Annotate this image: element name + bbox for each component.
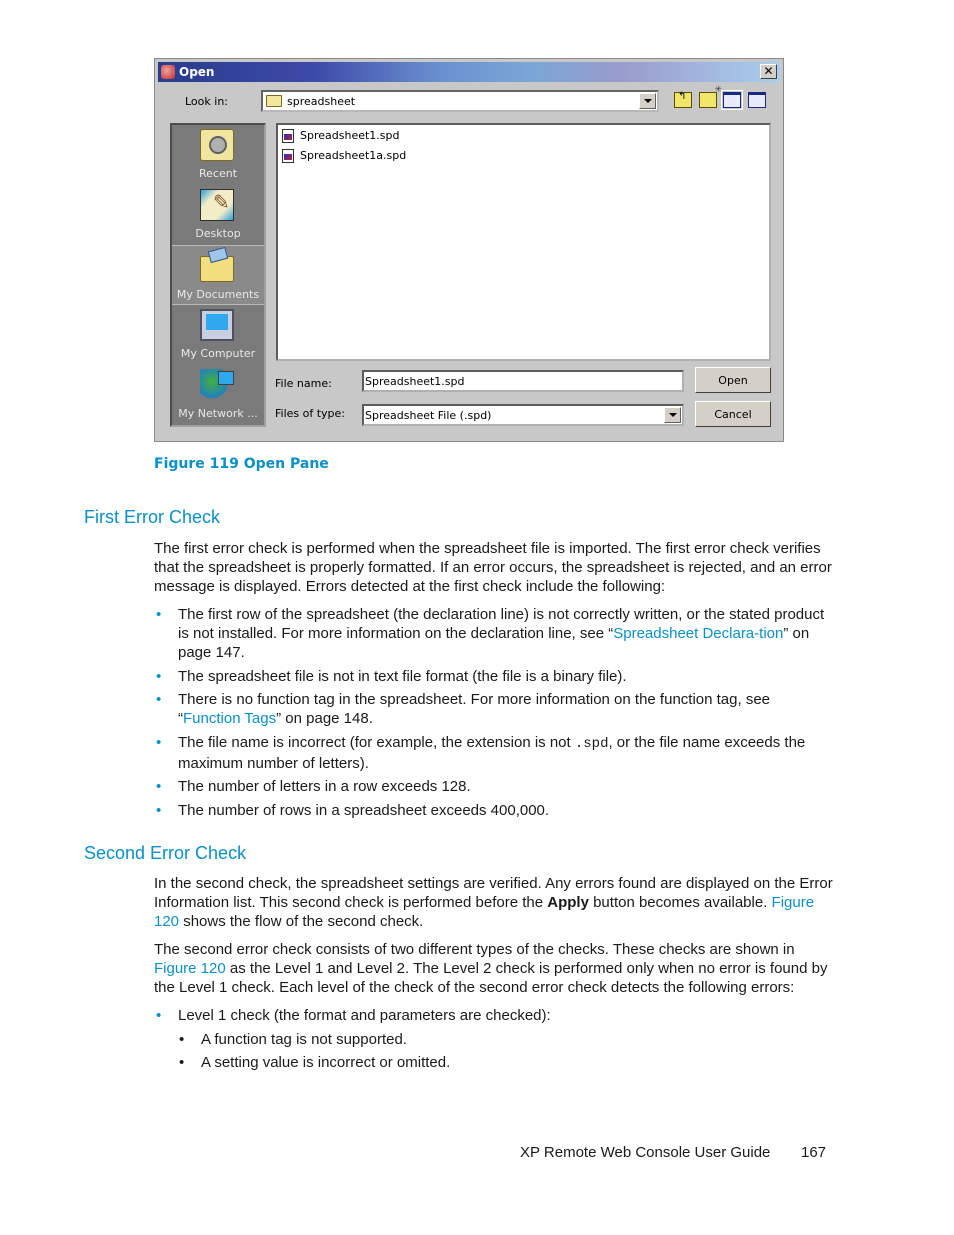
footer-title: XP Remote Web Console User Guide: [520, 1144, 771, 1161]
look-in-dropdown[interactable]: spreadsheet: [261, 90, 659, 112]
list-item: There is no function tag in the spreadsh…: [154, 690, 834, 728]
place-label: My Network ...: [178, 407, 258, 420]
place-label: Desktop: [195, 227, 241, 240]
text: as the Level 1 and Level 2. The Level 2 …: [154, 959, 828, 996]
level1-sub-list: A function tag is not supported. A setti…: [178, 1030, 828, 1076]
look-in-value: spreadsheet: [287, 95, 356, 108]
text: A setting value is incorrect or omitted.: [201, 1054, 451, 1071]
place-label: My Documents: [176, 288, 260, 301]
link-spreadsheet-declaration[interactable]: Spreadsheet Declara-tion: [613, 625, 783, 642]
text: ” on page 148.: [276, 710, 373, 727]
paragraph: The first error check is performed when …: [154, 540, 832, 595]
folder-icon: [266, 95, 282, 107]
file-name-input[interactable]: [362, 370, 684, 392]
link-function-tags[interactable]: Function Tags: [183, 710, 276, 727]
list-item: The first row of the spreadsheet (the de…: [154, 605, 834, 662]
list-view-icon[interactable]: [721, 90, 743, 110]
recent-folder-icon: [200, 129, 234, 161]
paragraph: The second error check consists of two d…: [154, 941, 834, 997]
text: The spreadsheet file is not in text file…: [178, 667, 627, 685]
files-of-type-value: Spreadsheet File (.spd): [365, 409, 492, 422]
spreadsheet-file-icon: [282, 149, 294, 163]
create-new-folder-icon[interactable]: [699, 85, 722, 108]
text: shows the flow of the second check.: [179, 912, 424, 930]
open-button[interactable]: Open: [695, 367, 771, 393]
second-check-bullet-list: Level 1 check (the format and parameters…: [154, 1006, 834, 1030]
list-item: A setting value is incorrect or omitted.: [178, 1053, 828, 1072]
details-view-icon[interactable]: [748, 92, 766, 108]
open-dialog: Open ✕ Look in: spreadsheet Recent Deskt…: [154, 58, 784, 442]
code-extension: .spd: [574, 735, 609, 752]
apply-bold: Apply: [547, 893, 589, 911]
section-heading-first-error-check: First Error Check: [84, 507, 221, 527]
desktop-icon: [200, 189, 234, 221]
place-my-network[interactable]: My Network ...: [172, 365, 264, 425]
text: The second error check consists of two d…: [154, 941, 795, 958]
files-of-type-dropdown[interactable]: Spreadsheet File (.spd): [362, 404, 684, 426]
up-one-level-icon[interactable]: [674, 91, 692, 108]
text: The file name is incorrect (for example,…: [178, 733, 575, 751]
place-my-computer[interactable]: My Computer: [172, 305, 264, 365]
text: The number of rows in a spreadsheet exce…: [178, 801, 550, 819]
section-heading-second-error-check: Second Error Check: [84, 843, 247, 863]
title-bar: Open ✕: [158, 62, 780, 82]
chevron-down-icon[interactable]: [664, 407, 681, 423]
place-label: My Computer: [180, 347, 256, 360]
file-list[interactable]: Spreadsheet1.spd Spreadsheet1a.spd: [276, 123, 771, 361]
my-documents-icon: [200, 256, 234, 282]
files-of-type-label: Files of type:: [275, 407, 346, 420]
place-my-documents[interactable]: My Documents: [172, 245, 264, 305]
place-desktop[interactable]: Desktop: [172, 185, 264, 245]
list-item: A function tag is not supported.: [178, 1030, 828, 1049]
figure-caption: Figure 119 Open Pane: [154, 456, 329, 472]
look-in-label: Look in:: [185, 95, 228, 108]
java-app-icon: [161, 65, 175, 79]
place-recent[interactable]: Recent: [172, 125, 264, 185]
places-bar: Recent Desktop My Documents My Computer …: [170, 123, 266, 427]
list-item: The file name is incorrect (for example,…: [154, 733, 834, 773]
list-item: The spreadsheet file is not in text file…: [154, 667, 834, 686]
file-name: Spreadsheet1a.spd: [300, 149, 407, 162]
place-label: Recent: [198, 167, 238, 180]
list-item: The number of rows in a spreadsheet exce…: [154, 801, 834, 820]
link-figure-120[interactable]: Figure 120: [154, 960, 226, 977]
text: The number of letters in a row exceeds 1…: [178, 778, 471, 795]
dialog-title: Open: [179, 65, 215, 79]
text: Level 1 check (the format and parameters…: [178, 1007, 551, 1024]
paragraph: In the second check, the spreadsheet set…: [154, 875, 834, 931]
my-computer-icon: [200, 309, 234, 341]
network-icon: [200, 369, 234, 401]
cancel-button[interactable]: Cancel: [695, 401, 771, 427]
file-name: Spreadsheet1.spd: [300, 129, 400, 142]
first-check-bullet-list: The first row of the spreadsheet (the de…: [154, 605, 834, 824]
close-button[interactable]: ✕: [760, 64, 777, 79]
chevron-down-icon[interactable]: [639, 93, 656, 109]
list-item: Level 1 check (the format and parameters…: [154, 1006, 834, 1025]
list-item: The number of letters in a row exceeds 1…: [154, 777, 834, 796]
page-number: 167: [801, 1144, 827, 1161]
text: A function tag is not supported.: [201, 1031, 407, 1048]
text: button becomes available.: [588, 893, 772, 911]
file-name-label: File name:: [275, 377, 332, 390]
spreadsheet-file-icon: [282, 129, 294, 143]
